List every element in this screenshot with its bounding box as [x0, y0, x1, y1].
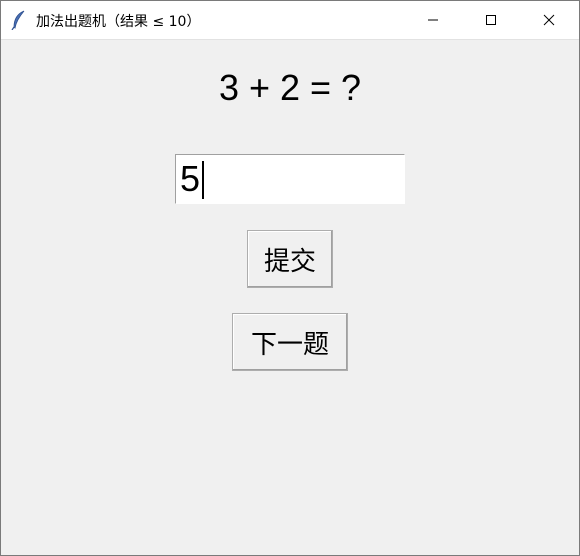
submit-button[interactable]: 提交: [247, 230, 333, 288]
minimize-icon: [427, 11, 439, 30]
feather-icon: [11, 10, 27, 31]
app-window: 加法出题机（结果 ≤ 10） 3 + 2 = ? 5 提交 下一题: [0, 0, 580, 556]
window-title: 加法出题机（结果 ≤ 10）: [36, 14, 201, 30]
text-caret: [202, 161, 204, 199]
maximize-button[interactable]: [462, 1, 520, 39]
answer-input[interactable]: 5: [175, 154, 405, 204]
next-question-button[interactable]: 下一题: [232, 313, 348, 371]
answer-input-value: 5: [180, 158, 201, 199]
close-icon: [543, 11, 555, 30]
close-button[interactable]: [520, 1, 578, 39]
minimize-button[interactable]: [404, 1, 462, 39]
maximize-icon: [485, 11, 497, 30]
question-label: 3 + 2 = ?: [218, 67, 362, 108]
title-bar[interactable]: 加法出题机（结果 ≤ 10）: [1, 1, 579, 40]
